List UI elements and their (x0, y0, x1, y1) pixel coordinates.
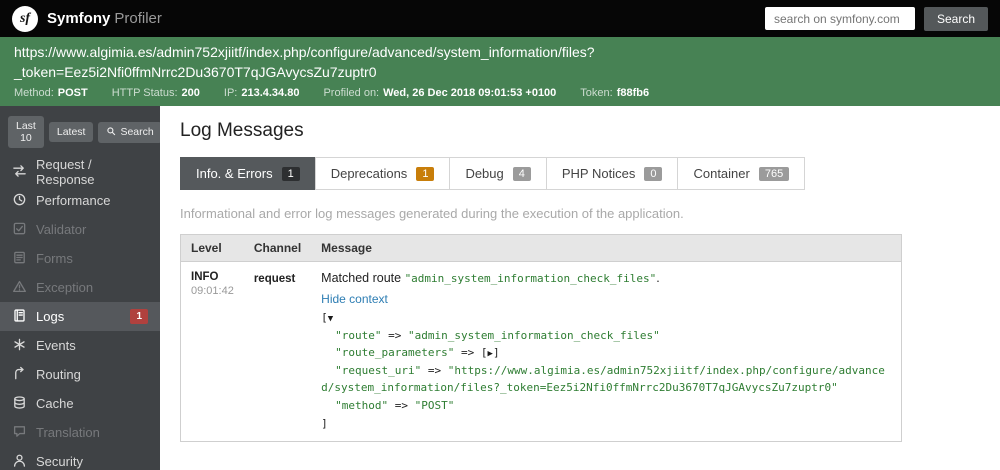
symfony-logo-icon: sf (12, 6, 38, 32)
column-header-message: Message (311, 235, 901, 262)
tab-php-notices[interactable]: PHP Notices 0 (546, 157, 679, 190)
sidebar-item-translation: Translation (0, 418, 160, 447)
search-input[interactable] (765, 7, 915, 30)
profiled-url-line1: https://www.algimia.es/admin752xjiitf/in… (14, 42, 986, 62)
profiled-url: https://www.algimia.es/admin752xjiitf/in… (14, 42, 986, 82)
log-table-header-row: Level Channel Message (181, 235, 902, 262)
warning-icon (12, 279, 27, 297)
meta-ip: IP:213.4.34.80 (224, 87, 300, 99)
app-title-sub: Profiler (114, 10, 162, 27)
cache-icon (12, 395, 27, 413)
log-time: 09:01:42 (191, 285, 234, 297)
tab-deprecations[interactable]: Deprecations 1 (315, 157, 451, 190)
meta-http-status: HTTP Status:200 (112, 87, 200, 99)
logs-icon (12, 308, 27, 326)
sidebar-toolbar: Last 10 Latest Search (0, 106, 160, 157)
sidebar-search-button[interactable]: Search (98, 122, 161, 143)
profile-meta: Method:POST HTTP Status:200 IP:213.4.34.… (14, 87, 986, 99)
cell-channel: request (244, 262, 311, 442)
tab-container-badge: 765 (759, 167, 789, 181)
profiled-url-line2: _token=Eez5i2Nfi0ffmNrrc2Du3670T7qJGAvyc… (14, 62, 986, 82)
tab-description: Informational and error log messages gen… (180, 206, 980, 221)
sidebar-item-exception: Exception (0, 273, 160, 302)
log-tabs: Info. & Errors 1 Deprecations 1 Debug 4 … (180, 157, 980, 190)
tab-debug[interactable]: Debug 4 (449, 157, 546, 190)
translation-icon (12, 424, 27, 442)
magnifier-icon (106, 126, 116, 139)
routing-icon (12, 366, 27, 384)
route-name-code: "admin_system_information_check_files" (405, 272, 657, 285)
meta-profiled-on: Profiled on:Wed, 26 Dec 2018 09:01:53 +0… (323, 87, 556, 99)
sidebar-item-performance[interactable]: Performance (0, 186, 160, 215)
context-dump: [▼ "route" => "admin_system_information_… (321, 309, 891, 432)
sidebar-item-forms: Forms (0, 244, 160, 273)
dump-line-close: ] (321, 415, 891, 433)
cell-message: Matched route "admin_system_information_… (311, 262, 901, 442)
dump-collapse-toggle-icon[interactable]: ▼ (328, 314, 333, 324)
tab-deprecations-badge: 1 (416, 167, 434, 181)
sidebar-item-security[interactable]: Security (0, 447, 160, 470)
tab-php-notices-badge: 0 (644, 167, 662, 181)
person-icon (12, 453, 27, 470)
sidebar: Last 10 Latest Search Request / Response… (0, 106, 160, 470)
check-icon (12, 221, 27, 239)
sidebar-item-request-response[interactable]: Request / Response (0, 157, 160, 186)
table-row: INFO 09:01:42 request Matched route "adm… (181, 262, 902, 442)
form-icon (12, 250, 27, 268)
sidebar-item-routing[interactable]: Routing (0, 360, 160, 389)
app-title-brand: Symfony (47, 10, 110, 27)
column-header-channel: Channel (244, 235, 311, 262)
request-response-icon (12, 163, 27, 181)
tab-info-errors[interactable]: Info. & Errors 1 (180, 157, 316, 190)
latest-button[interactable]: Latest (49, 122, 94, 142)
sidebar-item-validator: Validator (0, 215, 160, 244)
log-channel: request (254, 273, 296, 285)
dump-line-request-uri: "request_uri" => "https://www.algimia.es… (321, 362, 891, 397)
dump-line-method: "method" => "POST" (321, 397, 891, 415)
meta-token: Token:f88fb6 (580, 87, 649, 99)
search-button[interactable]: Search (924, 7, 988, 31)
profile-header: https://www.algimia.es/admin752xjiitf/in… (0, 37, 1000, 106)
column-header-level: Level (181, 235, 244, 262)
logs-count-badge: 1 (130, 309, 148, 324)
dump-line-route-parameters: "route_parameters" => [▶] (321, 344, 891, 362)
last-10-button[interactable]: Last 10 (8, 116, 44, 148)
clock-icon (12, 192, 27, 210)
events-icon (12, 337, 27, 355)
sidebar-item-events[interactable]: Events (0, 331, 160, 360)
app-title: SymfonyProfiler (47, 10, 162, 27)
log-table: Level Channel Message INFO 09:01:42 requ… (180, 234, 902, 442)
tab-container[interactable]: Container 765 (677, 157, 805, 190)
sidebar-item-cache[interactable]: Cache (0, 389, 160, 418)
main-panel: Log Messages Info. & Errors 1 Deprecatio… (160, 106, 1000, 470)
dump-line-open: [▼ (321, 309, 891, 327)
log-message: Matched route "admin_system_information_… (321, 271, 891, 285)
page-title: Log Messages (180, 120, 980, 142)
sidebar-nav: Request / Response Performance Validator… (0, 157, 160, 470)
hide-context-link[interactable]: Hide context (321, 292, 388, 306)
log-level: INFO (191, 271, 234, 283)
sidebar-item-logs[interactable]: Logs 1 (0, 302, 160, 331)
tab-debug-badge: 4 (513, 167, 531, 181)
tab-info-errors-badge: 1 (282, 167, 300, 181)
meta-method: Method:POST (14, 87, 88, 99)
dump-line-route: "route" => "admin_system_information_che… (321, 327, 891, 345)
cell-level: INFO 09:01:42 (181, 262, 244, 442)
topbar: sf SymfonyProfiler Search (0, 0, 1000, 37)
